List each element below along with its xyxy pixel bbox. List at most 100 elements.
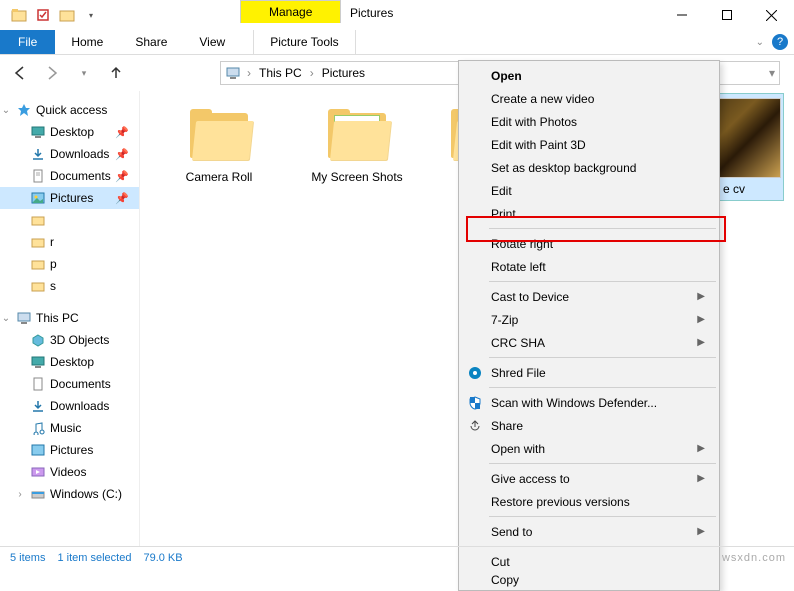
documents-icon [30, 168, 46, 184]
submenu-arrow-icon: ▶ [697, 443, 705, 454]
drive-icon [30, 486, 46, 502]
folder-icon [30, 234, 46, 250]
share-icon [467, 418, 483, 434]
qat-properties-icon[interactable] [32, 4, 54, 26]
cm-restore[interactable]: Restore previous versions [461, 490, 717, 513]
cm-rotate-right[interactable]: Rotate right [461, 232, 717, 255]
tree-label: Desktop [50, 355, 94, 369]
cm-edit-photos[interactable]: Edit with Photos [461, 110, 717, 133]
breadcrumb-separator-icon[interactable]: › [308, 66, 316, 80]
downloads-icon [30, 398, 46, 414]
tree-music[interactable]: Music [0, 417, 139, 439]
tree-this-pc[interactable]: ⌄ This PC [0, 307, 139, 329]
close-button[interactable] [749, 0, 794, 30]
cm-create-video[interactable]: Create a new video [461, 87, 717, 110]
window-title: Pictures [350, 6, 393, 20]
star-icon [16, 102, 32, 118]
shield-icon [467, 395, 483, 411]
tree-downloads2[interactable]: Downloads [0, 395, 139, 417]
cm-print[interactable]: Print [461, 202, 717, 225]
submenu-arrow-icon: ▶ [697, 473, 705, 484]
ribbon-collapse-icon[interactable]: ⌄ [756, 37, 764, 48]
minimize-button[interactable] [659, 0, 704, 30]
forward-button[interactable] [40, 61, 64, 85]
cm-share[interactable]: Share [461, 414, 717, 437]
tree-documents2[interactable]: Documents [0, 373, 139, 395]
title-bar: ▾ Manage Pictures [0, 0, 794, 30]
address-dropdown-icon[interactable]: ▾ [769, 66, 775, 80]
cm-shred-file[interactable]: Shred File [461, 361, 717, 384]
tree-videos[interactable]: Videos [0, 461, 139, 483]
tree-pinned-folder[interactable]: s [0, 275, 139, 297]
chevron-right-icon[interactable]: › [14, 489, 26, 500]
navigation-pane[interactable]: ⌄ Quick access Desktop 📌 Downloads 📌 Doc… [0, 91, 140, 546]
cm-open-with[interactable]: Open with▶ [461, 437, 717, 460]
tree-pinned-folder[interactable] [0, 209, 139, 231]
recent-locations-button[interactable]: ▾ [72, 61, 96, 85]
cm-defender[interactable]: Scan with Windows Defender... [461, 391, 717, 414]
videos-icon [30, 464, 46, 480]
cm-edit[interactable]: Edit [461, 179, 717, 202]
maximize-button[interactable] [704, 0, 749, 30]
pin-icon: 📌 [115, 148, 129, 161]
home-tab[interactable]: Home [55, 30, 119, 54]
item-label: Camera Roll [164, 170, 274, 184]
desktop-icon [30, 354, 46, 370]
cm-cast-to-device[interactable]: Cast to Device▶ [461, 285, 717, 308]
breadcrumb-separator-icon[interactable]: › [245, 66, 253, 80]
folder-camera-roll[interactable]: Camera Roll [164, 109, 274, 184]
tree-desktop[interactable]: Desktop 📌 [0, 121, 139, 143]
help-icon[interactable]: ? [772, 34, 788, 50]
chevron-down-icon[interactable]: ⌄ [0, 105, 12, 116]
desktop-icon [30, 124, 46, 140]
manage-tab-header: Manage [240, 0, 341, 23]
pin-icon: 📌 [115, 170, 129, 183]
tree-desktop2[interactable]: Desktop [0, 351, 139, 373]
qat-new-folder-icon[interactable] [56, 4, 78, 26]
cm-open[interactable]: Open [461, 64, 717, 87]
view-tab[interactable]: View [183, 30, 241, 54]
cm-set-desktop-background[interactable]: Set as desktop background [461, 156, 717, 179]
cm-copy[interactable]: Copy [461, 573, 717, 587]
back-button[interactable] [8, 61, 32, 85]
tree-pinned-folder[interactable]: r [0, 231, 139, 253]
tree-documents[interactable]: Documents 📌 [0, 165, 139, 187]
breadcrumb-root[interactable]: This PC [257, 66, 304, 80]
tree-label: 3D Objects [50, 333, 109, 347]
tree-pictures2[interactable]: Pictures [0, 439, 139, 461]
picture-tools-tab[interactable]: Picture Tools [253, 30, 355, 54]
tree-downloads[interactable]: Downloads 📌 [0, 143, 139, 165]
cm-rotate-left[interactable]: Rotate left [461, 255, 717, 278]
tree-3d-objects[interactable]: 3D Objects [0, 329, 139, 351]
tree-quick-access[interactable]: ⌄ Quick access [0, 99, 139, 121]
folder-icon [184, 109, 254, 164]
up-button[interactable] [104, 61, 128, 85]
cm-separator [489, 357, 716, 358]
tree-windows-c[interactable]: › Windows (C:) [0, 483, 139, 505]
tree-pictures-selected[interactable]: Pictures 📌 [0, 187, 139, 209]
tree-label: Downloads [50, 147, 109, 161]
ribbon-tabs: File Home Share View Picture Tools [0, 30, 794, 55]
cm-give-access[interactable]: Give access to▶ [461, 467, 717, 490]
tree-label: Quick access [36, 103, 107, 117]
qat-dropdown-icon[interactable]: ▾ [80, 4, 102, 26]
contextual-tab-group: Manage [240, 0, 341, 23]
tree-pinned-folder[interactable]: p [0, 253, 139, 275]
share-tab[interactable]: Share [119, 30, 183, 54]
tree-label: Pictures [50, 191, 93, 205]
file-tab[interactable]: File [0, 30, 55, 54]
tree-label: p [50, 257, 57, 271]
tree-label: Desktop [50, 125, 94, 139]
status-item-count: 5 items [10, 552, 45, 564]
cm-paint3d[interactable]: Edit with Paint 3D [461, 133, 717, 156]
tree-label: Videos [50, 465, 86, 479]
tree-label: r [50, 235, 54, 249]
cm-separator [489, 463, 716, 464]
status-selected-count: 1 item selected [57, 552, 131, 564]
cm-crcsha[interactable]: CRC SHA▶ [461, 331, 717, 354]
breadcrumb-current[interactable]: Pictures [320, 66, 367, 80]
cm-7zip[interactable]: 7-Zip▶ [461, 308, 717, 331]
folder-screenshots[interactable]: My Screen Shots [302, 109, 412, 184]
cm-send-to[interactable]: Send to▶ [461, 520, 717, 543]
chevron-down-icon[interactable]: ⌄ [0, 313, 12, 324]
